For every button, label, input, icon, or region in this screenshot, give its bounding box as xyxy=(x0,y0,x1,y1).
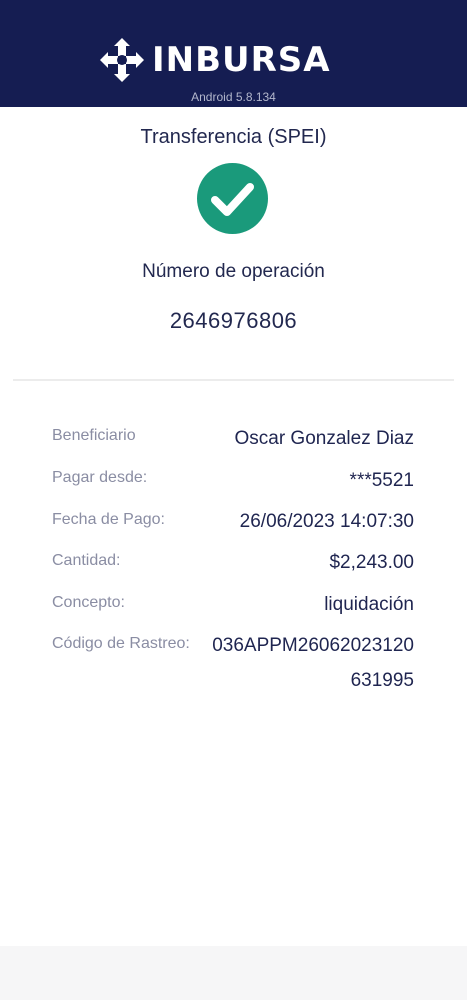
tracking-code-value-line2: 631995 xyxy=(350,670,414,691)
receipt-title: Transferencia (SPEI) xyxy=(140,126,327,148)
tracking-code-label: Código de Rastreo: xyxy=(52,635,190,652)
app-header: INBURSA Android 5.8.134 xyxy=(0,0,467,107)
section-divider xyxy=(13,379,454,381)
brand-name: INBURSA xyxy=(152,40,331,80)
bottom-bar xyxy=(0,946,467,1000)
amount-label: Cantidad: xyxy=(52,552,121,569)
beneficiary-value: Oscar Gonzalez Diaz xyxy=(234,428,414,449)
app-version: Android 5.8.134 xyxy=(191,90,276,104)
tracking-code-value-line1: 036APPM26062023120 xyxy=(212,635,414,656)
concept-value: liquidación xyxy=(324,594,414,615)
beneficiary-label: Beneficiario xyxy=(52,427,136,444)
operation-number-value: 2646976806 xyxy=(169,308,298,333)
from-account-label: Pagar desde: xyxy=(52,469,148,486)
payment-date-label: Fecha de Pago: xyxy=(52,511,165,528)
inbursa-logo-icon xyxy=(100,38,144,82)
payment-date-value: 26/06/2023 14:07:30 xyxy=(239,511,414,532)
brand-logo: INBURSA xyxy=(96,34,331,86)
operation-number-label: Número de operación xyxy=(142,261,325,282)
check-circle-icon xyxy=(197,163,268,234)
concept-label: Concepto: xyxy=(52,594,125,611)
amount-value: $2,243.00 xyxy=(329,552,414,573)
from-account-value: ***5521 xyxy=(349,470,414,491)
